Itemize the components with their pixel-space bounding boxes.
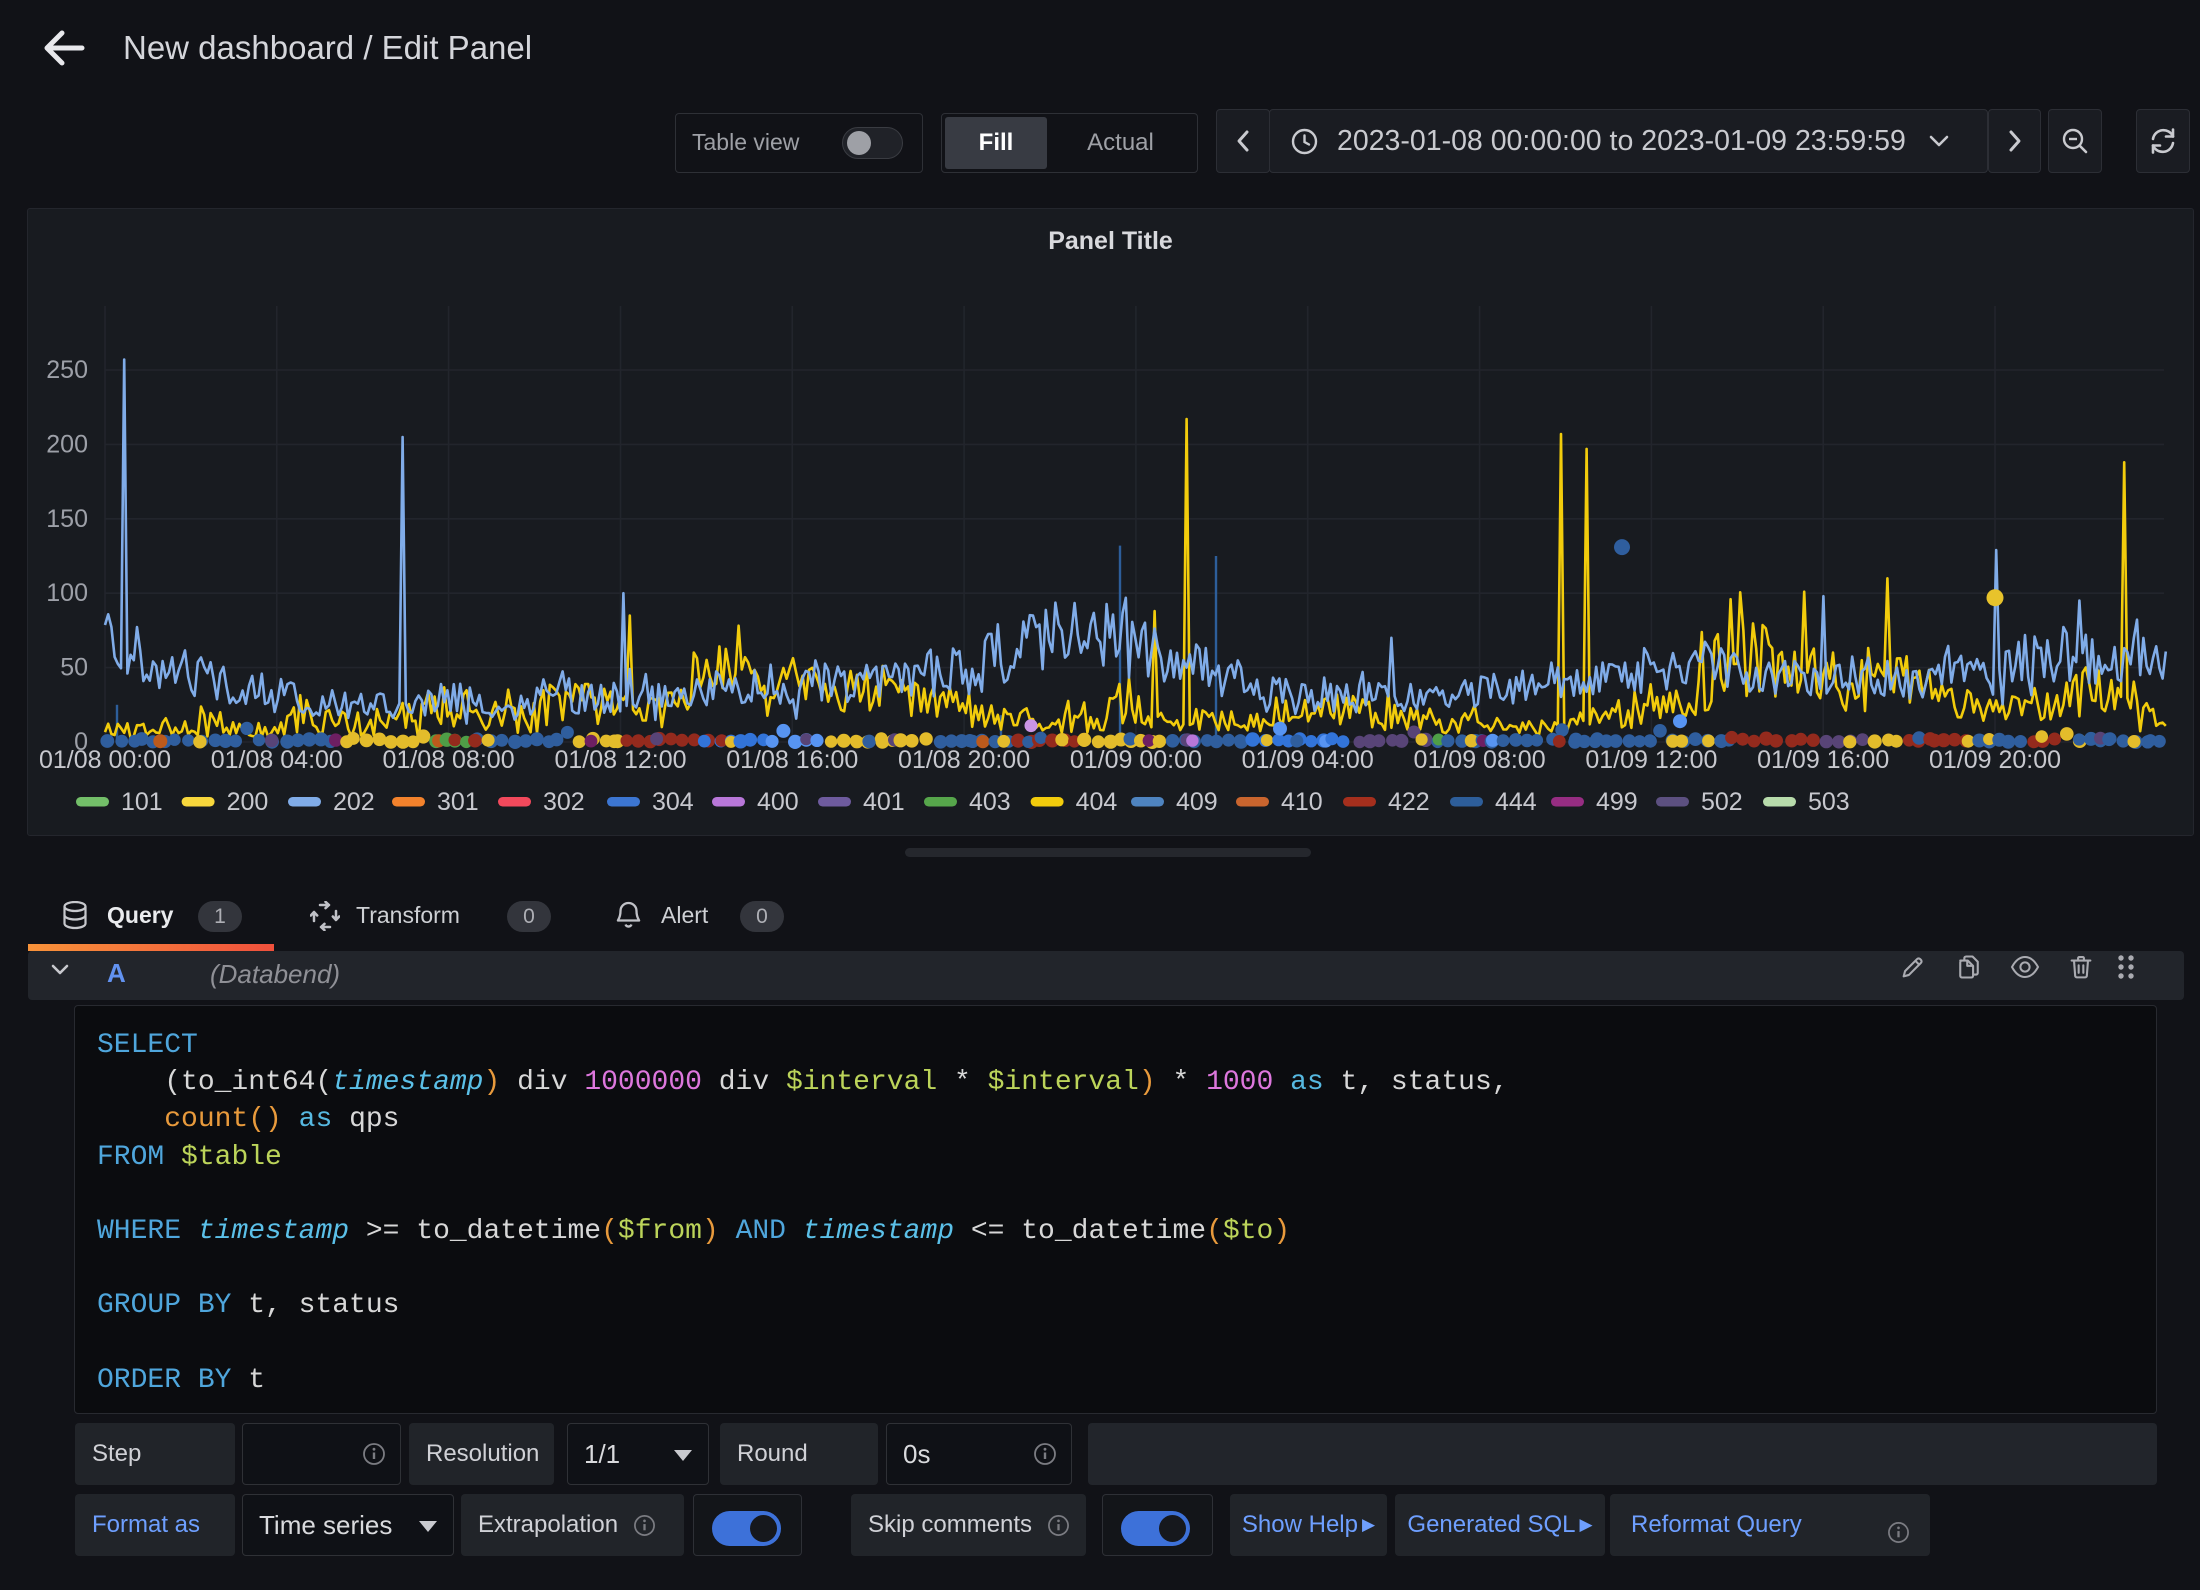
svg-text:250: 250: [46, 356, 88, 384]
svg-text:01/08 16:00: 01/08 16:00: [726, 746, 858, 774]
svg-text:401: 401: [863, 788, 905, 816]
svg-text:50: 50: [60, 654, 88, 682]
svg-text:202: 202: [333, 788, 375, 816]
svg-text:200: 200: [46, 430, 88, 458]
svg-text:502: 502: [1701, 788, 1743, 816]
svg-text:400: 400: [757, 788, 799, 816]
svg-text:01/08 04:00: 01/08 04:00: [211, 746, 343, 774]
svg-text:101: 101: [121, 788, 163, 816]
svg-text:01/09 16:00: 01/09 16:00: [1757, 746, 1889, 774]
svg-text:01/09 04:00: 01/09 04:00: [1242, 746, 1374, 774]
svg-text:01/09 12:00: 01/09 12:00: [1585, 746, 1717, 774]
svg-text:01/08 08:00: 01/08 08:00: [383, 746, 515, 774]
svg-text:403: 403: [969, 788, 1011, 816]
svg-text:01/08 12:00: 01/08 12:00: [554, 746, 686, 774]
svg-text:200: 200: [227, 788, 269, 816]
svg-text:499: 499: [1596, 788, 1638, 816]
svg-text:304: 304: [652, 788, 694, 816]
svg-text:409: 409: [1176, 788, 1218, 816]
svg-text:444: 444: [1495, 788, 1537, 816]
svg-text:01/08 20:00: 01/08 20:00: [898, 746, 1030, 774]
svg-text:503: 503: [1808, 788, 1850, 816]
svg-text:01/08 00:00: 01/08 00:00: [39, 746, 171, 774]
svg-text:302: 302: [543, 788, 585, 816]
svg-text:01/09 20:00: 01/09 20:00: [1929, 746, 2061, 774]
svg-text:01/09 00:00: 01/09 00:00: [1070, 746, 1202, 774]
svg-text:01/09 08:00: 01/09 08:00: [1414, 746, 1546, 774]
svg-text:422: 422: [1388, 788, 1430, 816]
svg-text:Panel Title: Panel Title: [1048, 227, 1173, 255]
svg-text:404: 404: [1076, 788, 1118, 816]
svg-text:100: 100: [46, 579, 88, 607]
svg-text:150: 150: [46, 505, 88, 533]
svg-text:301: 301: [437, 788, 479, 816]
svg-text:410: 410: [1281, 788, 1323, 816]
